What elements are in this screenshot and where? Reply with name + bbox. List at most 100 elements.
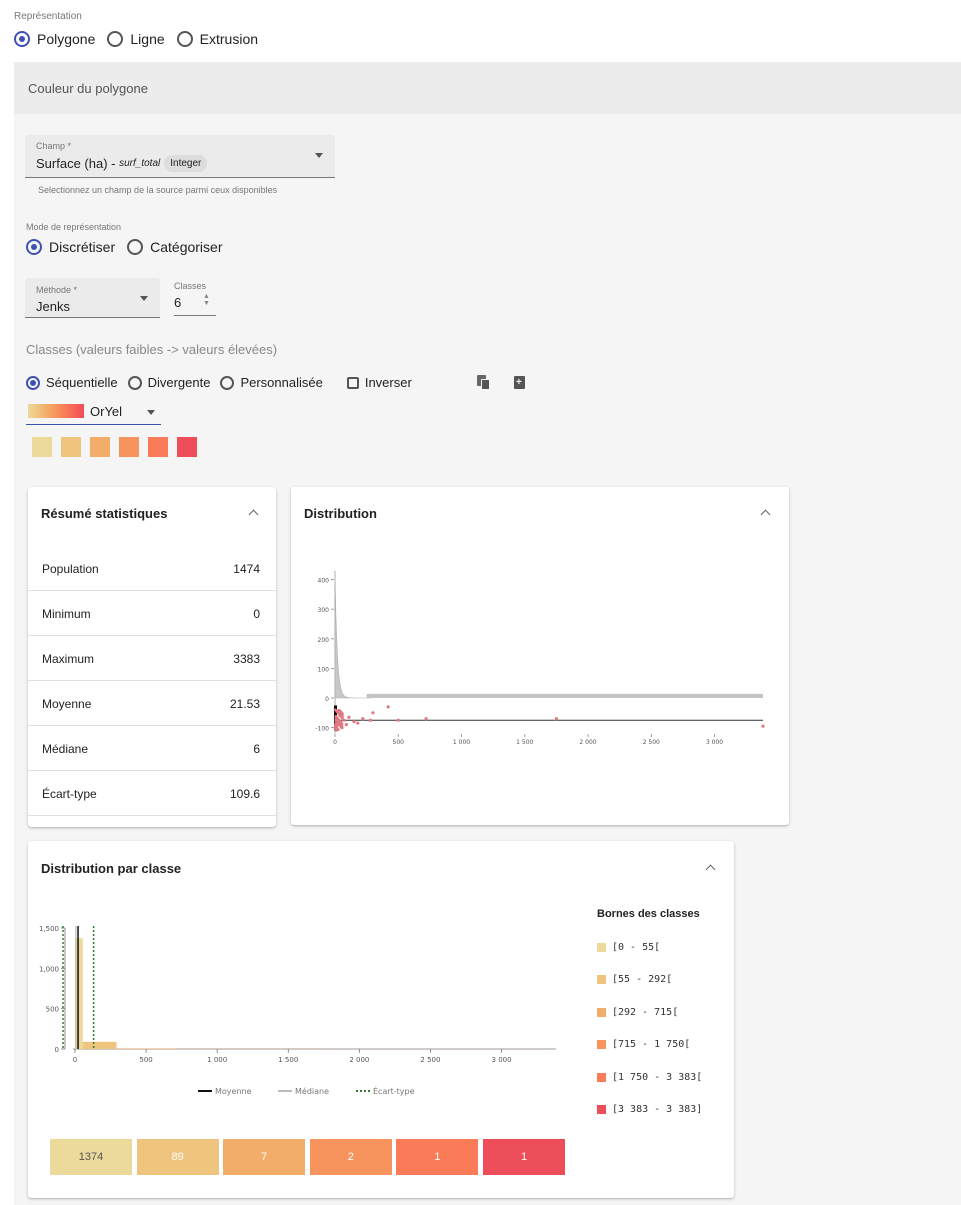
- palette-swatch[interactable]: [148, 437, 168, 457]
- data-point: [344, 723, 348, 727]
- panel-title: Couleur du polygone: [28, 81, 148, 96]
- class-count-value: 2: [347, 1151, 354, 1163]
- class-bar: [116, 1048, 177, 1049]
- field-select-value: Surface (ha) - surf_total Integer: [36, 155, 208, 172]
- x-tick-label: 3 000: [706, 739, 723, 746]
- classes-input[interactable]: 6 ▲ ▼: [174, 293, 216, 316]
- y-tick-label: 400: [318, 578, 330, 585]
- radio-sequentielle[interactable]: Séquentielle: [26, 375, 118, 390]
- panel-header[interactable]: Couleur du polygone: [14, 62, 961, 114]
- mode-label: Mode de représentation: [26, 222, 122, 232]
- histogram-tail: [366, 693, 763, 698]
- stat-key: Médiane: [42, 742, 89, 756]
- legend-swatch: [597, 943, 606, 952]
- representation-label: Représentation: [14, 11, 82, 22]
- method-label: Méthode *: [36, 285, 78, 295]
- legend-item: [3 383 - 3 383]: [597, 1104, 702, 1115]
- checkbox-label: Inverser: [364, 375, 412, 390]
- y-tick-label: 500: [46, 1006, 59, 1014]
- palette-swatch[interactable]: [90, 437, 110, 457]
- mode-radio-group: Discrétiser Catégoriser: [26, 239, 235, 255]
- legend-swatch: [597, 1105, 606, 1114]
- data-point: [396, 718, 400, 722]
- x-tick-label: 1 000: [207, 1056, 227, 1064]
- stat-row: Population 1474: [28, 546, 276, 591]
- radio-label: Divergente: [147, 375, 211, 390]
- class-count-value: 1: [434, 1151, 441, 1163]
- field-select-label: Champ *: [36, 141, 72, 151]
- chevron-down-icon: [147, 410, 155, 415]
- stepper-icon[interactable]: ▲ ▼: [203, 293, 210, 307]
- representation-radio-group: Polygone Ligne Extrusion: [14, 31, 270, 47]
- radio-extrusion[interactable]: Extrusion: [176, 31, 259, 47]
- x-tick-label: 2 000: [579, 739, 596, 746]
- palette-swatch[interactable]: [119, 437, 139, 457]
- radio-indicator[interactable]: [14, 31, 30, 47]
- radio-indicator[interactable]: [26, 375, 40, 390]
- legend-item: [1 750 - 3 383[: [597, 1072, 702, 1083]
- class-count-value: 7: [261, 1151, 268, 1163]
- x-tick-label: 2 500: [420, 1056, 440, 1064]
- radio-indicator[interactable]: [26, 239, 42, 255]
- invert-checkbox[interactable]: Inverser: [346, 375, 412, 390]
- legend-title: Bornes des classes: [597, 908, 700, 920]
- radio-categoriser[interactable]: Catégoriser: [127, 239, 223, 255]
- classes-value: 6: [174, 295, 182, 310]
- radio-indicator[interactable]: [176, 31, 193, 47]
- radio-label: Extrusion: [199, 31, 259, 47]
- x-tick-label: 1 000: [453, 739, 470, 746]
- x-tick-label: 1 500: [278, 1056, 298, 1064]
- radio-label: Personnalisée: [240, 375, 323, 390]
- radio-discretiser[interactable]: Discrétiser: [26, 239, 115, 255]
- stat-value: 109.6: [229, 787, 260, 801]
- palette-swatch[interactable]: [177, 437, 197, 457]
- data-point: [361, 717, 365, 721]
- y-tick-label: 1,000: [39, 965, 59, 973]
- radio-indicator[interactable]: [220, 375, 235, 390]
- chevron-up-icon[interactable]: [248, 509, 259, 520]
- field-select[interactable]: Champ * Surface (ha) - surf_total Intege…: [25, 135, 335, 178]
- file-add-icon[interactable]: +: [514, 376, 525, 389]
- radio-indicator[interactable]: [127, 239, 144, 255]
- palette-ramp: [28, 404, 84, 418]
- legend-swatch: [597, 1072, 606, 1082]
- radio-personnalisee[interactable]: Personnalisée: [220, 375, 323, 390]
- class-count-box: 1374: [50, 1139, 132, 1175]
- legend-line-label: Médiane: [295, 1086, 329, 1096]
- data-point: [761, 724, 765, 728]
- class-count-value: 89: [171, 1151, 184, 1163]
- stat-row: Maximum 3383: [28, 636, 276, 681]
- radio-divergente[interactable]: Divergente: [127, 375, 211, 390]
- x-tick-label: 3 000: [492, 1056, 512, 1064]
- data-point: [424, 717, 428, 721]
- legend-swatch: [597, 1040, 606, 1050]
- stats-card-title: Résumé statistiques: [41, 506, 168, 521]
- histogram-area: [334, 573, 371, 699]
- copy-icon[interactable]: [477, 375, 491, 391]
- legend-line-label: Écart-type: [373, 1085, 415, 1096]
- stat-value: 6: [253, 742, 260, 756]
- chevron-down-icon: [140, 296, 148, 301]
- y-tick-label: -100: [315, 726, 329, 733]
- scheme-radio-group: Séquentielle Divergente Personnalisée In…: [26, 375, 422, 390]
- checkbox-icon[interactable]: [346, 376, 359, 389]
- stat-key: Population: [42, 562, 99, 576]
- data-point: [340, 722, 344, 725]
- palette-swatch[interactable]: [32, 437, 52, 457]
- radio-indicator[interactable]: [127, 375, 142, 390]
- legend-label: [292 - 715[: [612, 1006, 679, 1018]
- palette-select[interactable]: OrYel: [26, 399, 161, 425]
- method-select[interactable]: Méthode * Jenks: [25, 278, 160, 318]
- radio-label: Séquentielle: [46, 375, 118, 390]
- legend-label: [715 - 1 750[: [612, 1039, 691, 1051]
- class-bar: [82, 1041, 117, 1049]
- radio-polygone[interactable]: Polygone: [14, 31, 95, 47]
- radio-ligne[interactable]: Ligne: [107, 31, 165, 47]
- y-tick-label: 1,500: [39, 925, 59, 933]
- radio-label: Polygone: [37, 31, 96, 47]
- radio-label: Discrétiser: [49, 239, 116, 255]
- method-value: Jenks: [36, 299, 70, 314]
- palette-swatch[interactable]: [61, 437, 81, 457]
- radio-indicator[interactable]: [107, 31, 124, 47]
- class-count-box: 89: [136, 1139, 219, 1175]
